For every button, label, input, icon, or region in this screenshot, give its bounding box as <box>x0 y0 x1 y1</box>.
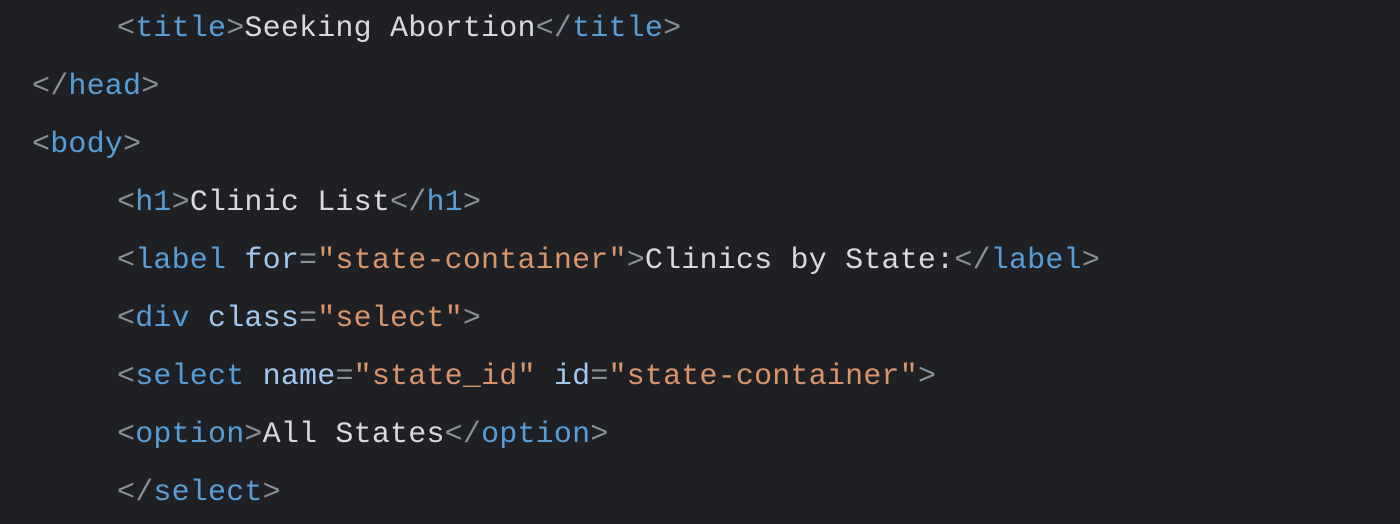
equals: = <box>335 360 353 394</box>
bracket-close: > <box>663 12 681 46</box>
bracket-open: < <box>117 418 135 452</box>
tag-name: label <box>991 244 1082 278</box>
tag-name: h1 <box>426 186 462 220</box>
attr-value: "state-container" <box>608 360 917 394</box>
bracket-open: < <box>32 128 50 162</box>
bracket-close: > <box>590 418 608 452</box>
bracket-close: > <box>123 128 141 162</box>
bracket-open: </ <box>445 418 481 452</box>
bracket-open: < <box>117 360 135 394</box>
tag-name: option <box>135 418 244 452</box>
tag-name: option <box>481 418 590 452</box>
bracket-open: < <box>117 12 135 46</box>
bracket-close: > <box>463 186 481 220</box>
attr-name: id <box>554 360 590 394</box>
space <box>190 302 208 336</box>
tag-name: title <box>572 12 663 46</box>
space <box>226 244 244 278</box>
attr-name: class <box>208 302 299 336</box>
text-content: Clinic List <box>190 186 390 220</box>
bracket-close: > <box>1082 244 1100 278</box>
attr-value: "select" <box>317 302 463 336</box>
text-content: Clinics by State: <box>645 244 954 278</box>
tag-name: div <box>135 302 190 336</box>
tag-name: head <box>68 70 141 104</box>
bracket-open: </ <box>954 244 990 278</box>
equals: = <box>590 360 608 394</box>
text-content: All States <box>263 418 445 452</box>
equals: = <box>299 244 317 278</box>
bracket-open: </ <box>536 12 572 46</box>
bracket-open: < <box>117 186 135 220</box>
bracket-close: > <box>172 186 190 220</box>
code-block[interactable]: <title>Seeking Abortion</title> </head> … <box>0 0 1400 522</box>
attr-name: for <box>244 244 299 278</box>
bracket-close: > <box>463 302 481 336</box>
bracket-open: </ <box>32 70 68 104</box>
bracket-open: </ <box>390 186 426 220</box>
space <box>536 360 554 394</box>
tag-name: title <box>135 12 226 46</box>
bracket-open: < <box>117 244 135 278</box>
bracket-close: > <box>263 476 281 510</box>
attr-value: "state_id" <box>354 360 536 394</box>
bracket-open: </ <box>117 476 153 510</box>
tag-name: body <box>50 128 123 162</box>
attr-value: "state-container" <box>317 244 626 278</box>
bracket-close: > <box>918 360 936 394</box>
tag-name: select <box>153 476 262 510</box>
attr-name: name <box>263 360 336 394</box>
bracket-close: > <box>627 244 645 278</box>
text-content: Seeking Abortion <box>244 12 535 46</box>
bracket-close: > <box>226 12 244 46</box>
bracket-close: > <box>141 70 159 104</box>
space <box>244 360 262 394</box>
bracket-close: > <box>244 418 262 452</box>
bracket-open: < <box>117 302 135 336</box>
tag-name: select <box>135 360 244 394</box>
equals: = <box>299 302 317 336</box>
tag-name: label <box>135 244 226 278</box>
tag-name: h1 <box>135 186 171 220</box>
